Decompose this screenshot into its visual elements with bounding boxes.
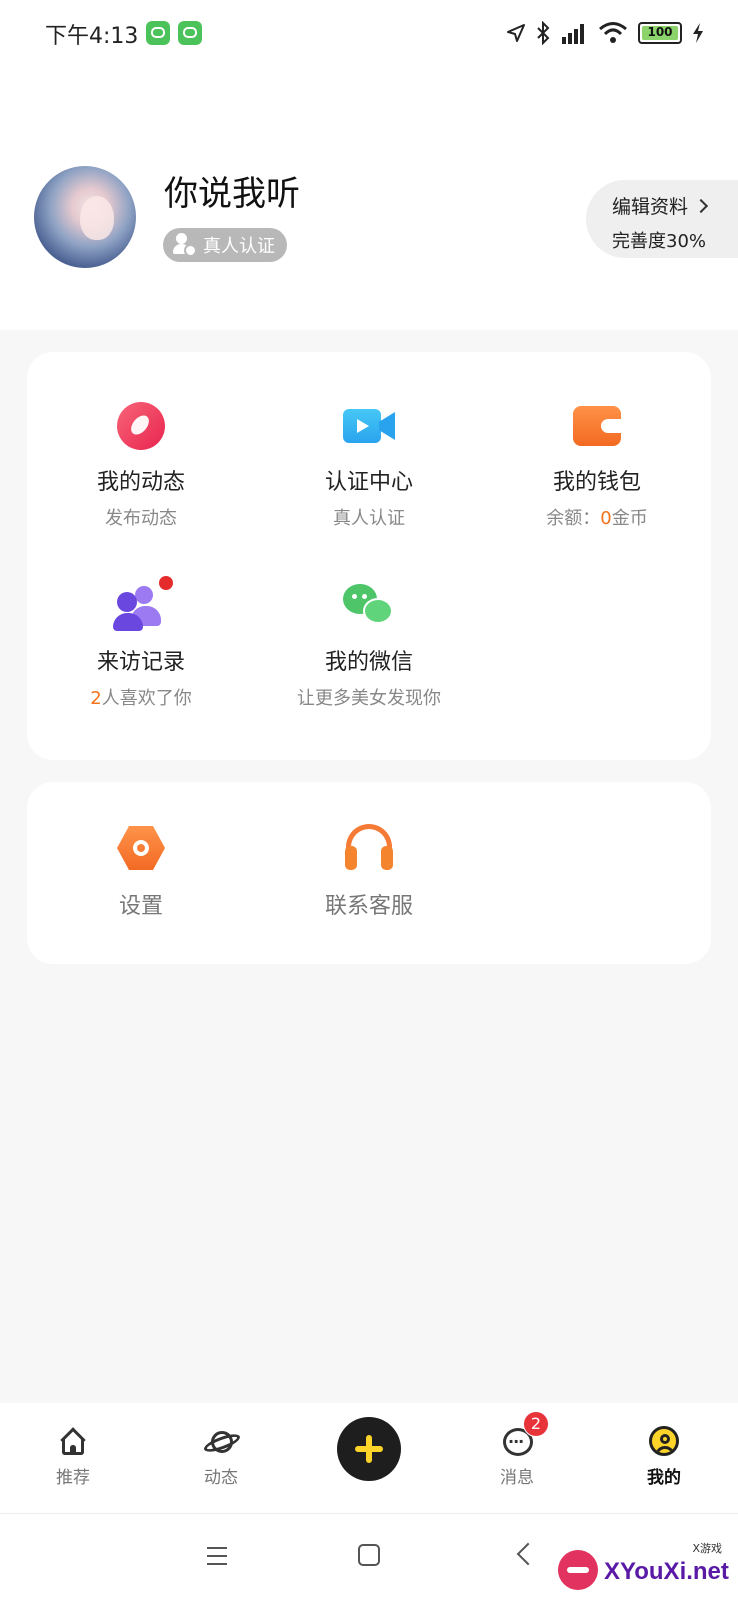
bottom-tab-bar: 推荐 动态 2 消息 我的 xyxy=(0,1403,738,1513)
compass-icon xyxy=(115,400,167,452)
settings-icon xyxy=(115,822,167,874)
my-posts-label: 我的动态 xyxy=(96,470,185,495)
features-card: 我的动态 发布动态 认证中心 真人认证 我的钱包 余额：0金币 来访记录 2人喜… xyxy=(27,352,711,760)
status-time: 下午4:13 xyxy=(45,24,139,49)
wallet-icon xyxy=(571,400,623,452)
my-posts-sub: 发布动态 xyxy=(105,508,177,529)
message-icon: 2 xyxy=(501,1411,549,1457)
watermark: X游戏 XYouXi.net xyxy=(558,1540,729,1596)
verified-badge[interactable]: 真人认证 xyxy=(163,228,287,262)
chevron-right-icon xyxy=(693,198,709,213)
my-posts-item[interactable]: 我的动态 发布动态 xyxy=(27,400,255,530)
my-wechat-sub: 让更多美女发现你 xyxy=(297,688,441,709)
tab-me[interactable]: 我的 xyxy=(614,1425,714,1488)
visitors-label: 来访记录 xyxy=(96,650,185,675)
gamepad-logo-icon xyxy=(558,1550,598,1590)
menu-icon[interactable] xyxy=(207,1547,227,1565)
tools-card: 设置 联系客服 xyxy=(27,782,711,964)
status-indicators: 100 xyxy=(506,19,704,47)
wifi-icon xyxy=(599,22,627,43)
wechat-icon xyxy=(343,580,395,632)
signal-icon xyxy=(562,24,584,44)
verified-user-icon xyxy=(173,233,197,257)
customer-service-label: 联系客服 xyxy=(324,894,413,919)
headset-icon xyxy=(343,822,395,874)
app-notification-icon xyxy=(178,21,202,45)
tab-messages[interactable]: 2 消息 xyxy=(467,1411,567,1488)
video-camera-icon xyxy=(343,400,395,452)
battery-level: 100 xyxy=(647,25,673,39)
tab-me-label: 我的 xyxy=(647,1468,681,1488)
edit-profile-label: 编辑资料 xyxy=(612,196,689,218)
visitors-item[interactable]: 来访记录 2人喜欢了你 xyxy=(27,576,255,710)
wallet-balance-value: 0 xyxy=(600,508,612,529)
tab-messages-label: 消息 xyxy=(500,1468,534,1488)
battery-icon: 100 xyxy=(638,22,682,44)
tab-recommend-label: 推荐 xyxy=(56,1468,90,1488)
watermark-tag: X游戏 xyxy=(692,1542,722,1555)
settings-item[interactable]: 设置 xyxy=(27,822,255,920)
verification-center-sub: 真人认证 xyxy=(333,508,405,529)
visitors-count: 2 xyxy=(90,688,102,709)
home-icon xyxy=(57,1425,89,1457)
avatar[interactable] xyxy=(34,166,136,268)
unread-badge: 2 xyxy=(523,1411,549,1437)
status-bar: 下午4:13 100 xyxy=(0,0,738,66)
verification-center-label: 认证中心 xyxy=(324,470,413,495)
my-wechat-item[interactable]: 我的微信 让更多美女发现你 xyxy=(255,580,483,710)
watermark-brand: XYouXi.net xyxy=(604,1558,729,1585)
tab-recommend[interactable]: 推荐 xyxy=(23,1425,123,1488)
bluetooth-icon xyxy=(537,21,550,45)
wallet-item[interactable]: 我的钱包 余额：0金币 xyxy=(483,400,711,530)
tab-feed[interactable]: 动态 xyxy=(171,1425,271,1488)
verification-center-item[interactable]: 认证中心 真人认证 xyxy=(255,400,483,530)
new-visitor-dot xyxy=(159,576,173,590)
my-wechat-label: 我的微信 xyxy=(324,650,413,675)
profile-icon xyxy=(648,1425,680,1457)
verified-badge-label: 真人认证 xyxy=(203,236,275,257)
visitors-sub: 2人喜欢了你 xyxy=(90,688,192,709)
home-square-icon[interactable] xyxy=(358,1544,380,1566)
edit-profile-button[interactable]: 编辑资料 完善度30% xyxy=(586,180,738,258)
profile-name: 你说我听 xyxy=(164,174,300,214)
location-icon xyxy=(507,24,525,42)
create-post-button[interactable] xyxy=(337,1417,401,1481)
wallet-balance: 余额：0金币 xyxy=(546,508,648,529)
profile-completeness: 完善度30% xyxy=(612,231,707,252)
tab-feed-label: 动态 xyxy=(204,1468,238,1488)
wallet-label: 我的钱包 xyxy=(552,470,641,495)
back-icon[interactable] xyxy=(516,1542,540,1566)
customer-service-item[interactable]: 联系客服 xyxy=(255,822,483,920)
charging-icon xyxy=(693,23,703,43)
planet-icon xyxy=(202,1425,242,1457)
app-notification-icon xyxy=(146,21,170,45)
settings-label: 设置 xyxy=(118,894,163,919)
visitors-icon xyxy=(113,576,173,632)
